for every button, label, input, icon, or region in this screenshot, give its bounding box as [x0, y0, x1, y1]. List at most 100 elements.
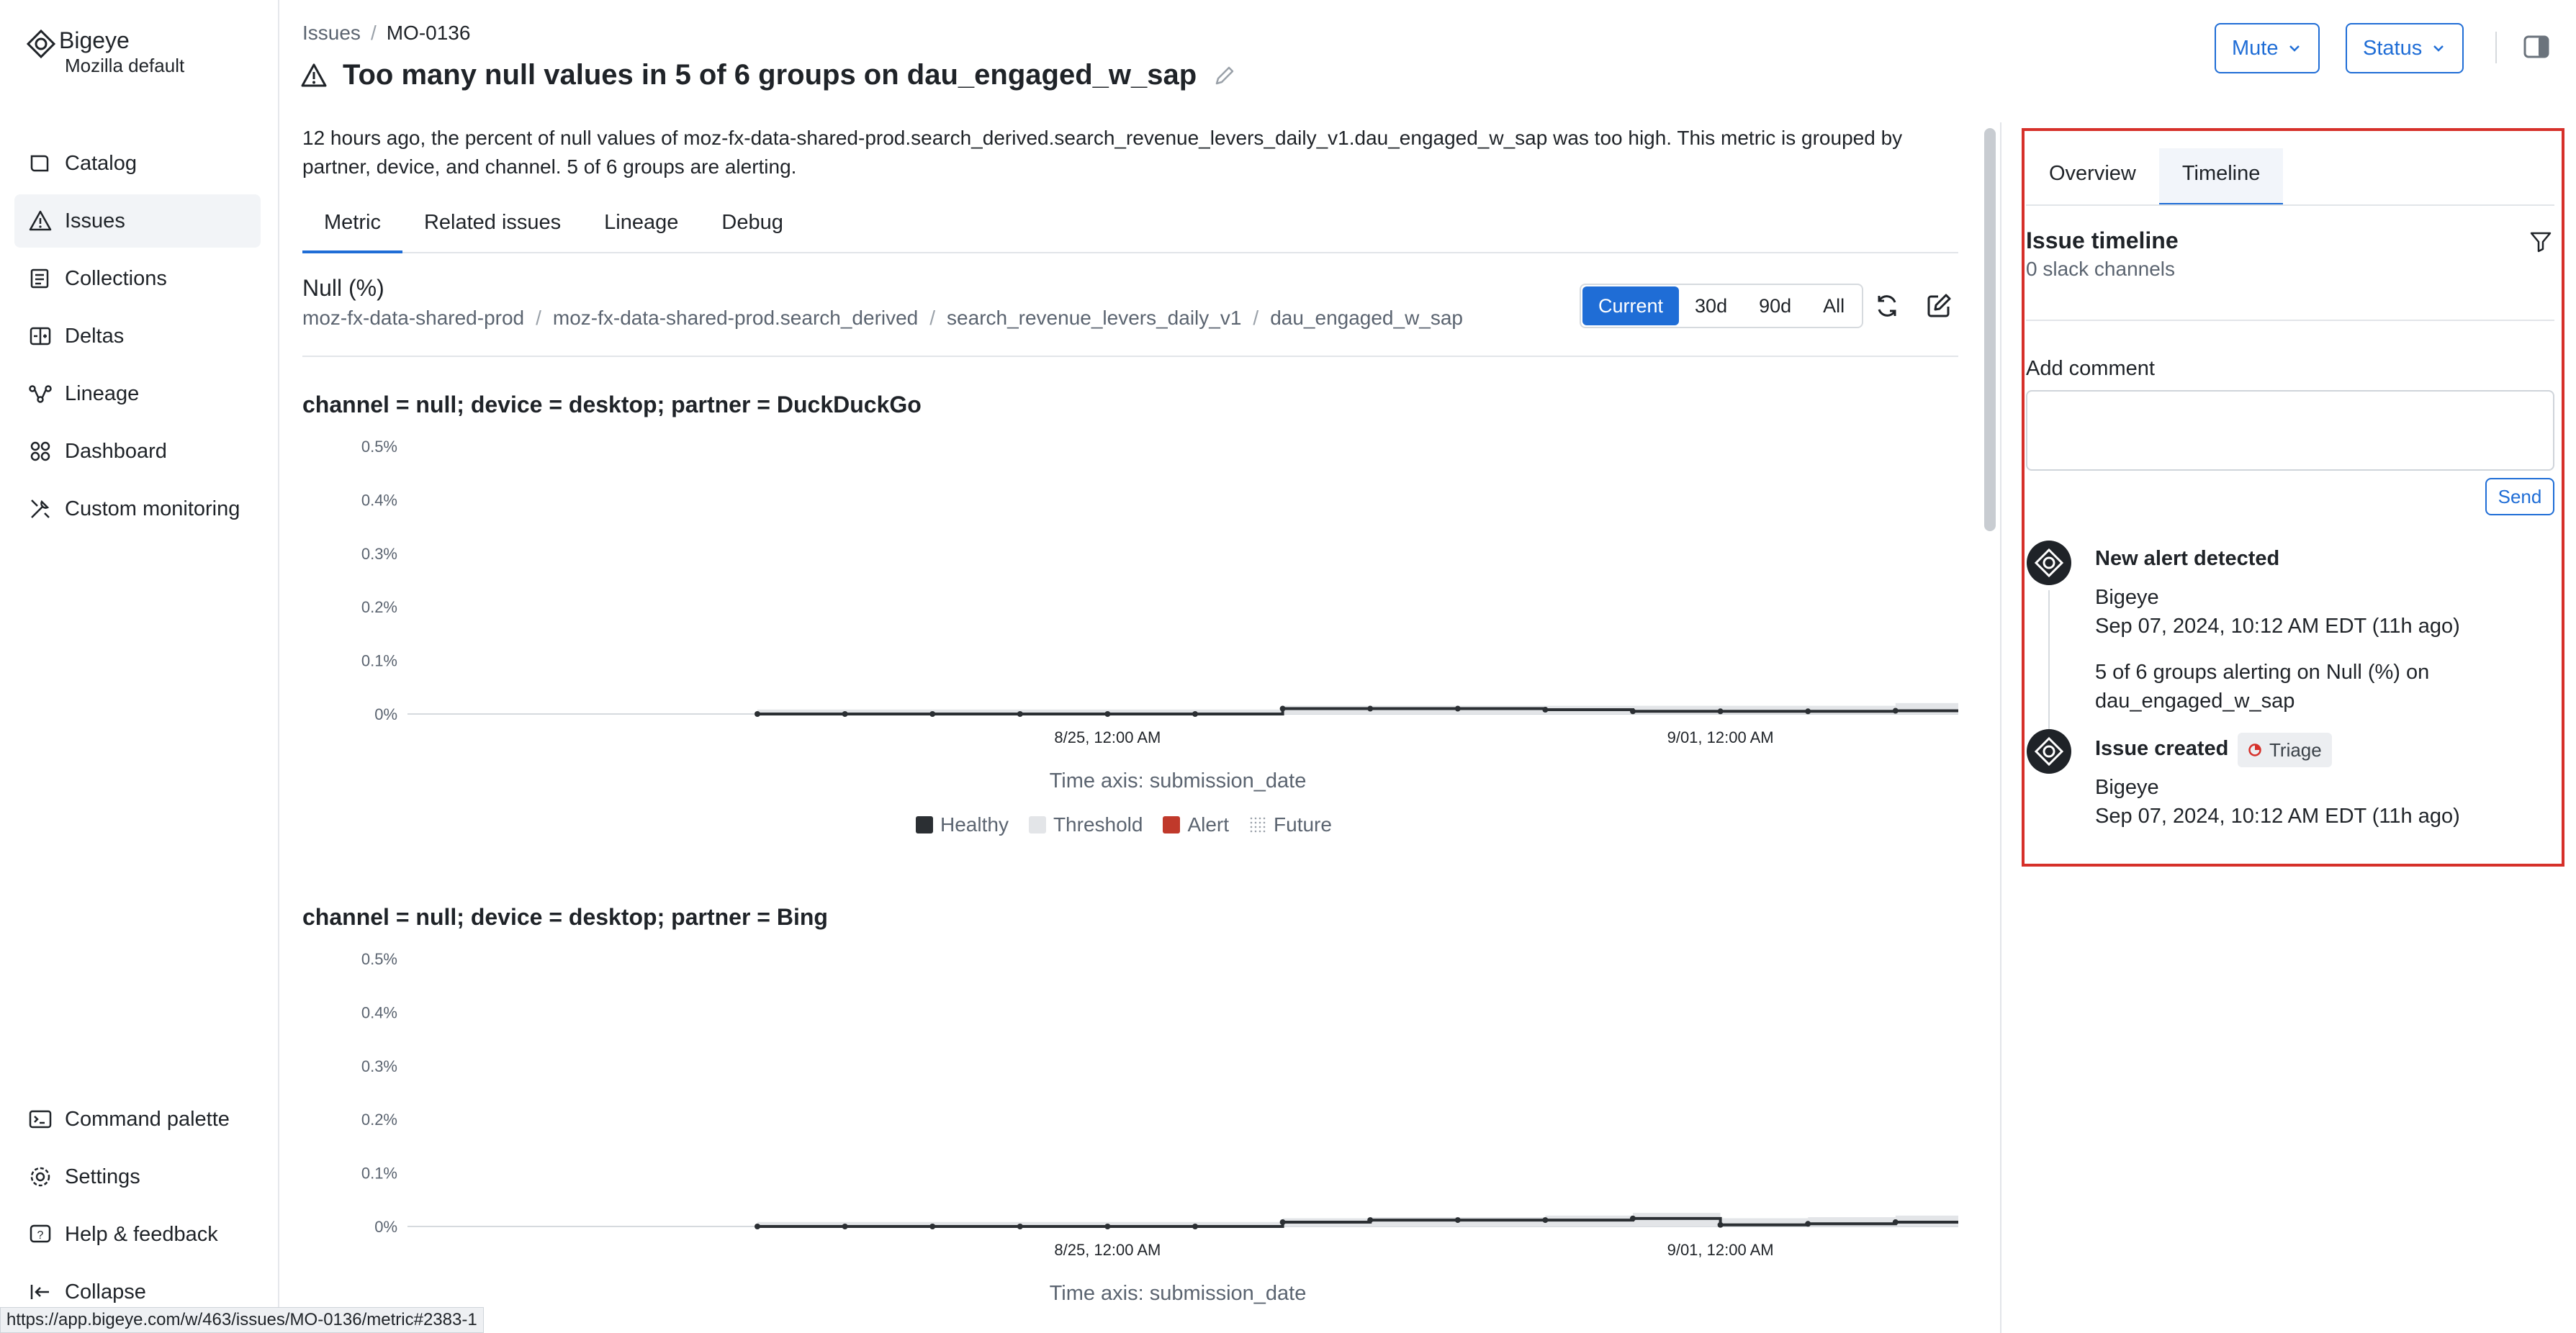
svg-text:?: ?	[37, 1229, 44, 1242]
chart-group-duckduckgo: channel = null; device = desktop; partne…	[302, 392, 1958, 852]
legend-alert[interactable]: Alert	[1163, 813, 1229, 836]
chart-legend: Healthy Threshold Alert Future	[916, 813, 1352, 836]
healthy-point	[755, 1224, 760, 1229]
y-tick-label: 0.4%	[361, 1003, 397, 1021]
chart-duckduckgo: 0% 0.1% 0.2% 0.3% 0.4% 0.5% 8/25, 12:00 AM 9/01…	[361, 438, 1958, 792]
edit-metric-icon[interactable]	[1924, 291, 1954, 321]
sidebar-item-label: Deltas	[65, 324, 125, 348]
lineage-icon	[27, 381, 53, 407]
legend-label: Healthy	[940, 813, 1009, 836]
range-current-button[interactable]: Current	[1582, 286, 1680, 325]
sidebar-item-deltas[interactable]: Deltas	[14, 309, 261, 363]
brand-name: Bigeye	[59, 27, 130, 53]
metric-path-item[interactable]: dau_engaged_w_sap	[1270, 307, 1463, 329]
healthy-point	[1279, 1219, 1286, 1226]
range-all-button[interactable]: All	[1807, 286, 1860, 325]
legend-healthy[interactable]: Healthy	[916, 813, 1009, 836]
chart-title: channel = null; device = desktop; partne…	[302, 392, 922, 417]
healthy-point	[929, 1224, 936, 1229]
legend-label: Threshold	[1053, 813, 1143, 836]
main-scrollbar[interactable]	[1984, 128, 1996, 531]
warning-icon	[27, 208, 53, 234]
mute-button[interactable]: Mute	[2215, 23, 2320, 73]
sidebar-item-custom-monitoring[interactable]: Custom monitoring	[14, 482, 261, 536]
tab-metric[interactable]: Metric	[302, 203, 402, 253]
legend-label: Alert	[1187, 813, 1230, 836]
panel-divider	[2000, 122, 2001, 1333]
brand[interactable]: Bigeye Mozilla default	[26, 26, 184, 76]
bigeye-logo-icon	[26, 29, 56, 59]
sidebar-item-settings[interactable]: Settings	[14, 1150, 261, 1203]
metric-path-item[interactable]: moz-fx-data-shared-prod	[302, 307, 524, 329]
mute-button-label: Mute	[2232, 36, 2279, 60]
legend-future[interactable]: Future	[1249, 813, 1332, 836]
sidebar-item-label: Dashboard	[65, 439, 167, 463]
sidebar-item-collections[interactable]: Collections	[14, 252, 261, 305]
breadcrumb-issues-link[interactable]: Issues	[302, 22, 361, 44]
chevron-down-icon	[2433, 45, 2444, 52]
tab-debug[interactable]: Debug	[700, 203, 804, 253]
catalog-icon	[27, 150, 53, 176]
header-divider	[2495, 32, 2497, 63]
terminal-icon	[27, 1106, 53, 1132]
dashboard-icon	[27, 438, 53, 464]
healthy-point	[1630, 1215, 1636, 1221]
y-tick-label: 0.3%	[361, 1057, 397, 1075]
healthy-point	[755, 711, 760, 717]
main-tabs: Metric Related issues Lineage Debug	[302, 203, 1958, 253]
metric-path: moz-fx-data-shared-prod / moz-fx-data-shar…	[302, 307, 1463, 330]
refresh-icon[interactable]	[1872, 291, 1902, 321]
sidebar-item-label: Catalog	[65, 151, 137, 175]
healthy-point	[1104, 711, 1111, 717]
metric-path-item[interactable]: moz-fx-data-shared-prod.search_derived	[553, 307, 918, 329]
legend-threshold[interactable]: Threshold	[1028, 813, 1143, 836]
y-tick-label: 0.5%	[361, 438, 397, 456]
edit-title-icon[interactable]	[1212, 63, 1237, 88]
x-axis-title: Time axis: submission_date	[1050, 769, 1307, 792]
path-separator: /	[1253, 307, 1259, 329]
range-30d-button[interactable]: 30d	[1679, 286, 1743, 325]
sidebar-item-dashboard[interactable]: Dashboard	[14, 425, 261, 478]
status-button[interactable]: Status	[2346, 23, 2464, 73]
healthy-point	[1367, 1217, 1374, 1224]
healthy-point	[1542, 1217, 1549, 1224]
sidebar-item-label: Collections	[65, 266, 167, 290]
range-90d-button[interactable]: 90d	[1743, 286, 1807, 325]
sidebar-item-label: Command palette	[65, 1107, 230, 1131]
metric-path-item[interactable]: search_revenue_levers_daily_v1	[947, 307, 1241, 329]
legend-label: Future	[1274, 813, 1332, 836]
sidebar-item-help[interactable]: ? Help & feedback	[14, 1208, 261, 1261]
sidebar-item-label: Lineage	[65, 381, 140, 405]
healthy-point	[1017, 711, 1023, 717]
x-tick-label: 9/01, 12:00 AM	[1667, 1241, 1774, 1259]
panel-toggle-icon[interactable]	[2523, 35, 2550, 59]
healthy-point	[1017, 1224, 1023, 1229]
collapse-icon	[27, 1279, 53, 1305]
time-range-selector: Current 30d 90d All	[1580, 284, 1864, 328]
deltas-icon	[27, 323, 53, 349]
section-divider	[302, 356, 1958, 357]
sidebar-item-label: Custom monitoring	[65, 497, 240, 520]
future-swatch	[1249, 816, 1267, 833]
chevron-down-icon	[2289, 45, 2300, 52]
threshold-swatch	[1028, 816, 1046, 833]
page-title: Too many null values in 5 of 6 groups on…	[343, 59, 1197, 91]
sidebar-item-command-palette[interactable]: Command palette	[14, 1093, 261, 1146]
sidebar-item-lineage[interactable]: Lineage	[14, 367, 261, 420]
y-tick-label: 0.3%	[361, 545, 397, 563]
healthy-point	[1454, 1217, 1461, 1224]
threshold-band	[1457, 1217, 1546, 1226]
healthy-point	[1454, 705, 1461, 712]
chart-group-bing: channel = null; device = desktop; partne…	[302, 904, 1958, 1333]
sidebar-item-catalog[interactable]: Catalog	[14, 137, 261, 190]
sidebar-item-issues[interactable]: Issues	[14, 194, 261, 248]
healthy-point	[842, 1224, 848, 1229]
breadcrumb-separator: /	[370, 22, 377, 44]
x-tick-label: 8/25, 12:00 AM	[1054, 1241, 1161, 1259]
tab-lineage[interactable]: Lineage	[582, 203, 700, 253]
gear-icon	[27, 1164, 53, 1190]
breadcrumb-current: MO-0136	[386, 22, 471, 44]
page-title-row: Too many null values in 5 of 6 groups on…	[300, 59, 1237, 91]
y-tick-label: 0.1%	[361, 652, 397, 670]
tab-related-issues[interactable]: Related issues	[402, 203, 582, 253]
